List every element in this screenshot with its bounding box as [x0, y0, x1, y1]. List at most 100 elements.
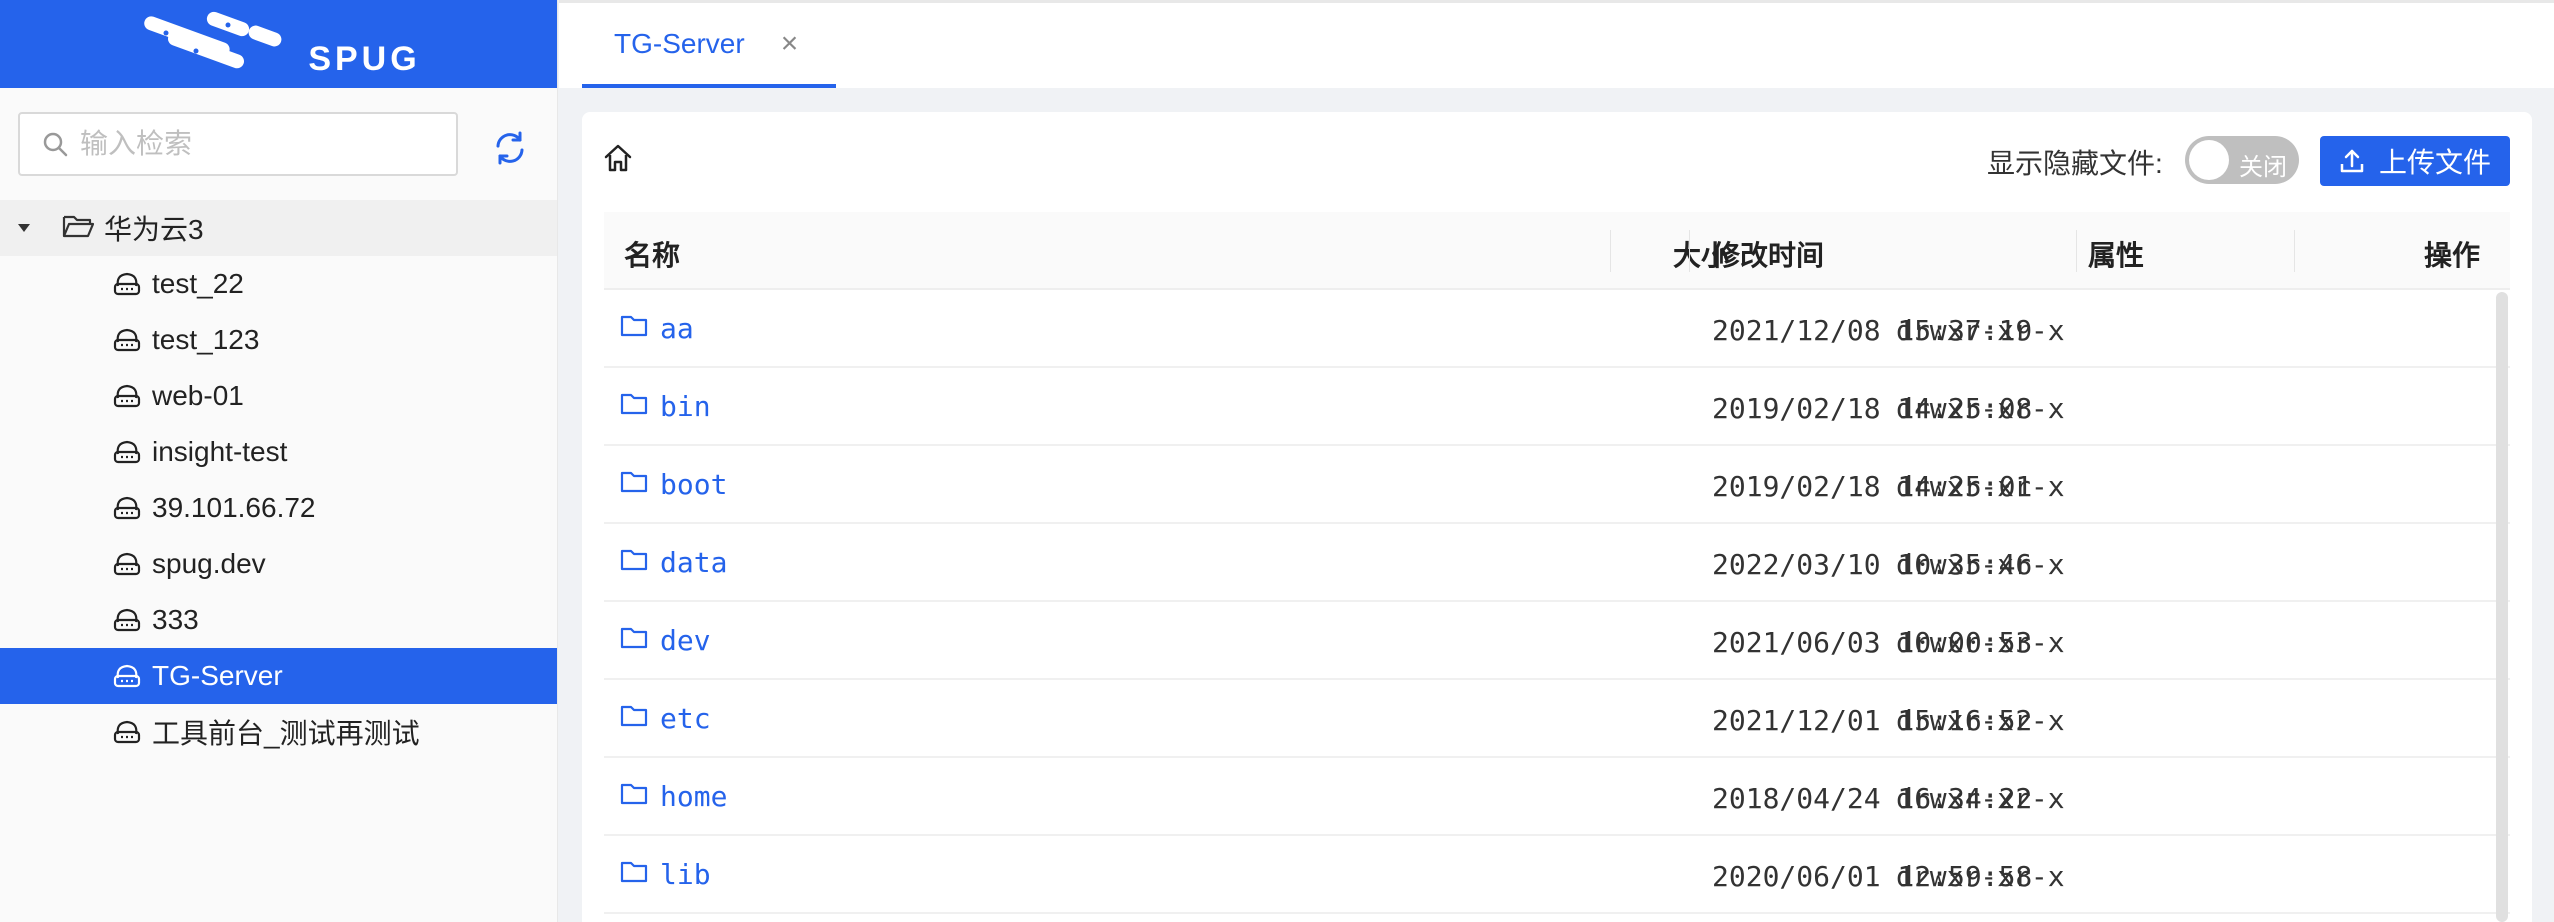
- host-icon: [112, 437, 142, 467]
- tree-item-label: insight-test: [152, 436, 288, 467]
- folder-icon: [620, 392, 648, 421]
- tree-item-label: spug.dev: [152, 548, 266, 579]
- host-icon: [112, 325, 142, 355]
- host-icon: [112, 661, 142, 691]
- file-name-label: data: [660, 545, 728, 579]
- col-attr-header[interactable]: 属性: [2088, 234, 2144, 274]
- tree-item-host[interactable]: test_22: [0, 256, 557, 312]
- host-icon: [112, 605, 142, 635]
- folder-icon: [620, 860, 648, 889]
- folder-icon: [620, 626, 648, 655]
- file-name-link[interactable]: lib: [620, 836, 711, 912]
- table-row: etc 2021/12/01 15:16:52 drwxr-xr-x: [604, 680, 2510, 758]
- table-body: aa 2021/12/08 15:37:19 drwxr-xr-x bin 2019/0…: [604, 290, 2510, 914]
- sidebar: SPUG 输入检索 华为云3 test_22 test_123 web-01 i…: [0, 0, 558, 922]
- header-divider: [1610, 230, 1611, 272]
- file-name-link[interactable]: boot: [620, 446, 727, 522]
- file-name-link[interactable]: aa: [620, 290, 694, 366]
- tree-item-label: 333: [152, 604, 199, 635]
- home-icon[interactable]: [602, 142, 638, 178]
- search-box[interactable]: [18, 112, 458, 176]
- table-row: dev 2021/06/03 10:00:53 drwxr-xr-x: [604, 602, 2510, 680]
- file-name-link[interactable]: etc: [620, 680, 711, 756]
- host-icon: [112, 381, 142, 411]
- tree-group-label: 华为云3: [104, 214, 204, 245]
- search-icon: [43, 132, 68, 157]
- folder-icon: [620, 548, 648, 577]
- attributes-cell: drwxr-xr-x: [1896, 470, 2065, 503]
- table-row: lib 2020/06/01 12:59:58 drwxr-xr-x: [604, 836, 2510, 914]
- logo-bar: SPUG: [0, 0, 557, 88]
- refresh-button[interactable]: [488, 126, 532, 170]
- tree-item-label: 工具前台_测试再测试: [152, 718, 420, 749]
- refresh-icon: [496, 131, 524, 165]
- tree-item-host[interactable]: insight-test: [0, 424, 557, 480]
- tree-group-huaweiyun3[interactable]: 华为云3: [0, 200, 557, 256]
- header-divider: [2294, 230, 2295, 272]
- attributes-cell: drwxr-xr-x: [1896, 860, 2065, 893]
- header-divider: [1689, 230, 1690, 272]
- attributes-cell: drwxr-xr-x: [1896, 548, 2065, 581]
- host-icon: [112, 493, 142, 523]
- tree-item-host[interactable]: web-01: [0, 368, 557, 424]
- file-name-label: etc: [660, 701, 711, 735]
- table-row: boot 2019/02/18 14:25:01 drwxr-xr-x: [604, 446, 2510, 524]
- folder-icon: [620, 704, 648, 733]
- file-name-link[interactable]: data: [620, 524, 727, 600]
- folder-icon: [620, 782, 648, 811]
- show-hidden-toggle[interactable]: 关闭: [2185, 136, 2299, 184]
- toggle-knob: [2189, 140, 2229, 180]
- upload-icon: [2340, 149, 2364, 173]
- close-icon[interactable]: ×: [781, 27, 799, 61]
- host-icon: [112, 549, 142, 579]
- header-divider: [2076, 230, 2077, 272]
- file-name-label: lib: [660, 857, 711, 891]
- search-row: [0, 88, 557, 200]
- upload-file-label: 上传文件: [2378, 147, 2491, 178]
- file-manager-app: SPUG 输入检索 华为云3 test_22 test_123 web-01 i…: [0, 0, 2554, 922]
- folder-icon: [620, 314, 648, 343]
- folder-open-icon: [62, 213, 95, 244]
- table-row: bin 2019/02/18 14:25:08 drwxr-xr-x: [604, 368, 2510, 446]
- brand-name: SPUG: [308, 39, 421, 78]
- table-row: data 2022/03/10 10:35:46 drwxr-xr-x: [604, 524, 2510, 602]
- caret-down-icon[interactable]: [16, 219, 34, 237]
- tree-item-label: test_22: [152, 268, 244, 299]
- file-name-link[interactable]: dev: [620, 602, 711, 678]
- table-row: home 2018/04/24 16:34:22 drwxr-xr-x: [604, 758, 2510, 836]
- file-name-link[interactable]: bin: [620, 368, 711, 444]
- col-mtime-header[interactable]: 修改时间: [1712, 234, 1824, 274]
- tree-item-label: 39.101.66.72: [152, 492, 316, 523]
- col-actions-header: 操作: [2424, 240, 2481, 271]
- table-row: aa 2021/12/08 15:37:19 drwxr-xr-x: [604, 290, 2510, 368]
- file-name-label: dev: [660, 623, 711, 657]
- tree-item-host[interactable]: 39.101.66.72: [0, 480, 557, 536]
- file-name-link[interactable]: home: [620, 758, 727, 834]
- file-name-label: boot: [660, 467, 728, 501]
- col-name-header[interactable]: 名称: [624, 234, 680, 274]
- tree-item-host[interactable]: test_123: [0, 312, 557, 368]
- tree-item-label: test_123: [152, 324, 260, 355]
- tree-item-host[interactable]: spug.dev: [0, 536, 557, 592]
- attributes-cell: drwxr-xr-x: [1896, 704, 2065, 737]
- tab-bar: TG-Server ×: [559, 0, 2554, 88]
- table-scrollbar[interactable]: [2496, 292, 2508, 922]
- upload-file-button[interactable]: 上传文件: [2320, 136, 2510, 186]
- file-name-label: aa: [660, 311, 694, 345]
- tree-item-host[interactable]: 工具前台_测试再测试: [0, 704, 557, 760]
- tree-item-host[interactable]: 333: [0, 592, 557, 648]
- show-hidden-files-label: 显示隐藏文件:: [1987, 148, 2163, 179]
- file-panel: 显示隐藏文件: 关闭 上传文件 名称 大小 修改时间 属性 操作 aa 2021…: [582, 112, 2532, 922]
- file-toolbar: 显示隐藏文件: 关闭 上传文件: [582, 112, 2532, 208]
- tree-item-label: web-01: [152, 380, 244, 411]
- tab-tg-server[interactable]: TG-Server ×: [582, 3, 836, 88]
- search-input[interactable]: [80, 128, 440, 160]
- attributes-cell: drwxr-xr-x: [1896, 392, 2065, 425]
- tree-item-label: TG-Server: [152, 660, 283, 691]
- file-table: 名称 大小 修改时间 属性 操作 aa 2021/12/08 15:37:19 dr…: [604, 212, 2510, 914]
- tab-label: TG-Server: [614, 27, 745, 59]
- host-icon: [112, 717, 142, 747]
- host-icon: [112, 269, 142, 299]
- tree-item-host[interactable]: TG-Server: [0, 648, 557, 704]
- file-name-label: bin: [660, 389, 711, 423]
